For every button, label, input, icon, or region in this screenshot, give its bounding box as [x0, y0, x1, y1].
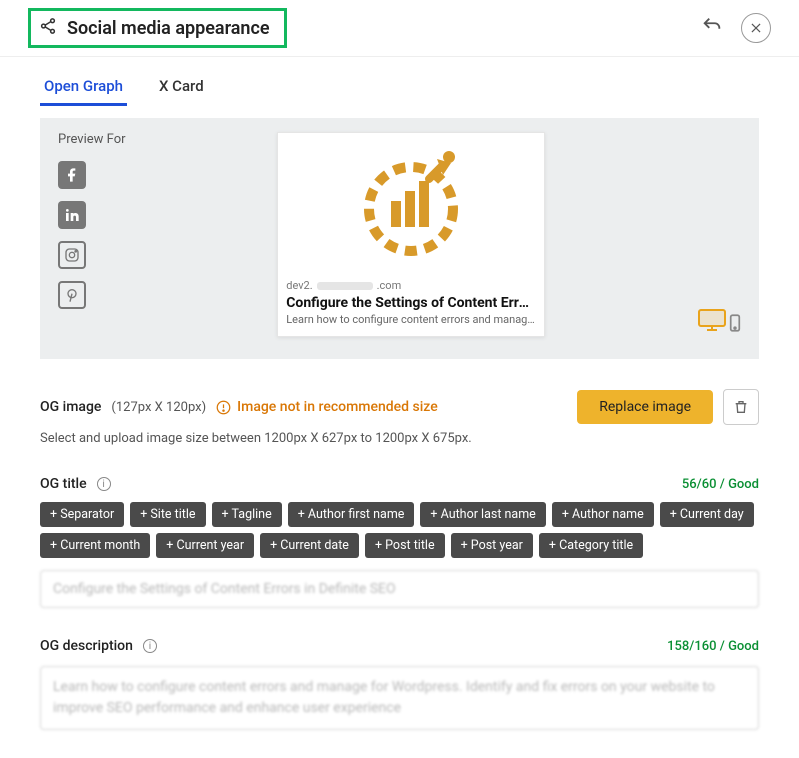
header-title-wrap: Social media appearance	[28, 8, 287, 48]
og-description-section: OG description i 158/160 / Good	[40, 638, 759, 734]
undo-button[interactable]	[701, 15, 723, 41]
info-icon[interactable]: i	[97, 477, 111, 491]
token-author-name[interactable]: + Author name	[552, 502, 654, 527]
preview-card-desc: Learn how to configure content errors an…	[286, 313, 536, 326]
token-author-first-name[interactable]: + Author first name	[288, 502, 415, 527]
og-title-label: OG title	[40, 476, 87, 492]
og-title-section: OG title i 56/60 / Good + Separator + Si…	[40, 476, 759, 608]
instagram-icon[interactable]	[58, 241, 86, 269]
preview-domain-suffix: .com	[377, 279, 402, 292]
token-category-title[interactable]: + Category title	[539, 533, 643, 558]
delete-image-button[interactable]	[723, 389, 759, 425]
token-current-year[interactable]: + Current year	[156, 533, 254, 558]
token-tagline[interactable]: + Tagline	[212, 502, 282, 527]
warning-icon	[216, 400, 231, 415]
device-toggle	[697, 132, 741, 337]
token-current-day[interactable]: + Current day	[660, 502, 754, 527]
preview-card: dev2. .com Configure the Settings of Con…	[277, 132, 545, 337]
token-current-month[interactable]: + Current month	[40, 533, 150, 558]
og-image-section: OG image (127px X 120px) Image not in re…	[40, 389, 759, 446]
preview-image	[278, 133, 544, 275]
tab-open-graph[interactable]: Open Graph	[40, 71, 127, 106]
og-description-input[interactable]	[40, 666, 759, 730]
linkedin-icon[interactable]	[58, 201, 86, 229]
device-desktop[interactable]	[697, 307, 727, 337]
close-button[interactable]	[741, 13, 771, 43]
preview-domain: dev2. .com	[286, 279, 536, 292]
og-image-warning: Image not in recommended size	[216, 399, 438, 415]
info-icon[interactable]: i	[143, 639, 157, 653]
device-mobile[interactable]	[729, 313, 741, 337]
header: Social media appearance	[0, 0, 799, 57]
token-site-title[interactable]: + Site title	[130, 502, 205, 527]
token-current-date[interactable]: + Current date	[260, 533, 359, 558]
token-separator[interactable]: + Separator	[40, 502, 124, 527]
og-image-title: OG image	[40, 399, 101, 415]
og-title-counter: 56/60 / Good	[682, 477, 759, 492]
token-post-title[interactable]: + Post title	[365, 533, 445, 558]
facebook-icon[interactable]	[58, 161, 86, 189]
token-post-year[interactable]: + Post year	[451, 533, 533, 558]
page-title: Social media appearance	[67, 18, 270, 39]
share-icon	[39, 17, 57, 39]
preview-domain-prefix: dev2.	[286, 279, 312, 292]
og-title-token-row: + Separator + Site title + Tagline + Aut…	[40, 502, 759, 558]
pinterest-icon[interactable]	[58, 281, 86, 309]
preview-card-title: Configure the Settings of Content Errors…	[286, 295, 536, 311]
tabs: Open Graph X Card	[40, 71, 759, 106]
og-image-sub: Select and upload image size between 120…	[40, 431, 759, 446]
preview-panel: Preview For	[40, 118, 759, 359]
og-title-input[interactable]	[40, 570, 759, 608]
replace-image-button[interactable]: Replace image	[577, 390, 713, 424]
preview-label: Preview For	[58, 132, 126, 147]
og-description-label: OG description	[40, 638, 133, 654]
token-author-last-name[interactable]: + Author last name	[420, 502, 545, 527]
og-image-warning-text: Image not in recommended size	[237, 399, 438, 415]
tab-x-card[interactable]: X Card	[155, 71, 208, 106]
content: Open Graph X Card Preview For	[0, 57, 799, 758]
trash-icon	[733, 399, 749, 415]
og-description-counter: 158/160 / Good	[667, 639, 759, 654]
preview-domain-redacted	[317, 282, 373, 290]
header-actions	[701, 13, 771, 43]
og-image-dims: (127px X 120px)	[111, 400, 206, 415]
